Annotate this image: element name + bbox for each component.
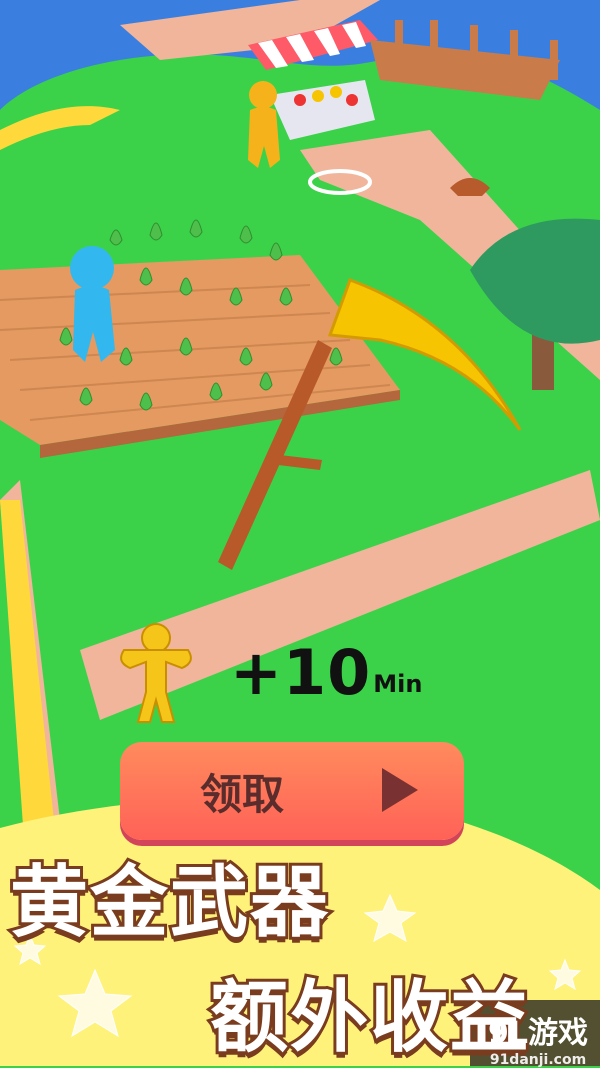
claim-button-label: 领取 <box>200 769 285 819</box>
play-icon <box>382 768 418 812</box>
reward-panel: +10 Min <box>110 622 422 722</box>
reward-spacer <box>110 622 220 722</box>
reward-unit: Min <box>373 670 423 698</box>
watermark: 9L游戏 91danji.com <box>488 1008 588 1068</box>
promo-title-line2: 额外收益 <box>207 970 531 1066</box>
reward-amount: +10 <box>230 635 372 709</box>
claim-button[interactable]: 领取 <box>120 742 464 840</box>
promo-title-line1: 黄金武器 <box>7 855 331 951</box>
watermark-brand: 9L游戏 <box>488 1016 588 1051</box>
